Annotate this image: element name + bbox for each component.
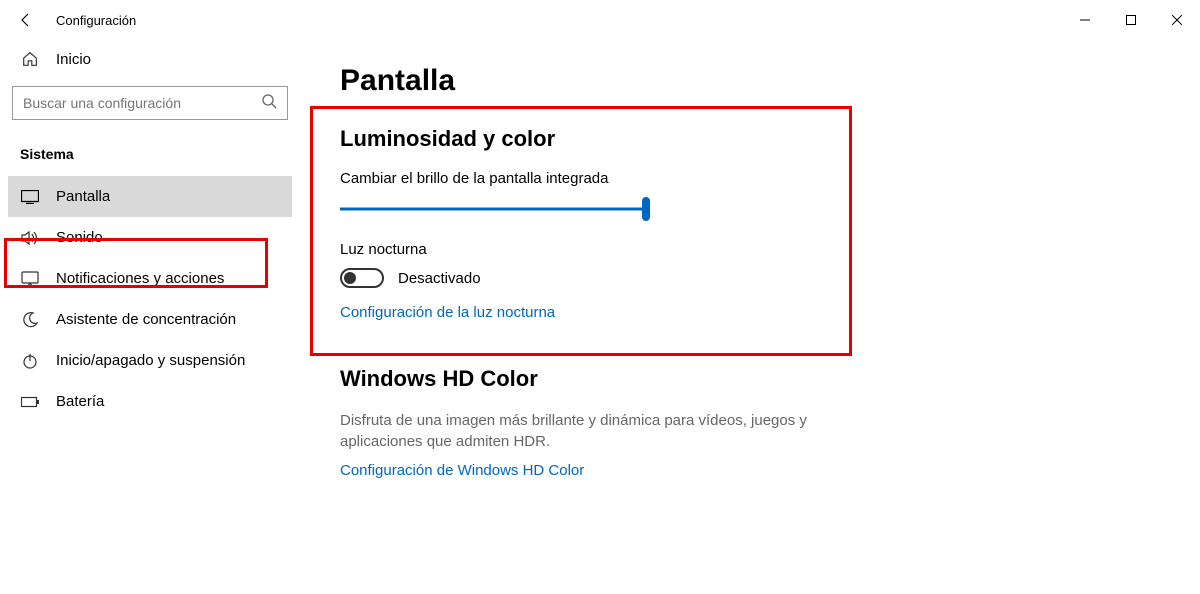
nav-item-notificaciones[interactable]: Notificaciones y acciones (8, 258, 292, 299)
nav-label: Batería (56, 393, 104, 410)
brightness-slider[interactable] (340, 197, 650, 221)
nightlight-state: Desactivado (398, 270, 481, 287)
nav-label: Inicio/apagado y suspensión (56, 352, 245, 369)
slider-track (340, 208, 650, 211)
page-title: Pantalla (340, 64, 1160, 98)
close-button[interactable] (1154, 4, 1200, 36)
nav-label: Pantalla (56, 188, 110, 205)
nav-item-bateria[interactable]: Batería (8, 381, 292, 422)
category-header: Sistema (8, 136, 292, 176)
main-content: Pantalla Luminosidad y color Cambiar el … (300, 40, 1200, 594)
titlebar: Configuración (0, 0, 1200, 40)
section-title: Luminosidad y color (340, 126, 1160, 152)
nav-label: Notificaciones y acciones (56, 270, 224, 287)
hdcolor-link[interactable]: Configuración de Windows HD Color (340, 462, 584, 479)
app-title: Configuración (56, 13, 136, 28)
brightness-label: Cambiar el brillo de la pantalla integra… (340, 170, 1160, 187)
back-button[interactable] (16, 10, 36, 30)
nav-label: Sonido (56, 229, 103, 246)
search-input[interactable] (23, 95, 261, 111)
sound-icon (20, 230, 40, 246)
search-icon (261, 93, 277, 114)
display-icon (20, 190, 40, 204)
nav-label: Asistente de concentración (56, 311, 236, 328)
slider-thumb[interactable] (642, 197, 650, 221)
hdcolor-desc: Disfruta de una imagen más brillante y d… (340, 410, 860, 452)
home-nav[interactable]: Inicio (8, 40, 292, 78)
section-luminosidad: Luminosidad y color Cambiar el brillo de… (340, 126, 1160, 322)
home-label: Inicio (56, 51, 91, 68)
home-icon (20, 50, 40, 68)
toggle-knob (344, 272, 356, 284)
nav-item-asistente[interactable]: Asistente de concentración (8, 299, 292, 340)
nav-item-inicio-apagado[interactable]: Inicio/apagado y suspensión (8, 340, 292, 381)
nightlight-label: Luz nocturna (340, 241, 1160, 258)
nav-item-pantalla[interactable]: Pantalla (8, 176, 292, 217)
window-controls (1062, 4, 1200, 36)
section-hdcolor: Windows HD Color Disfruta de una imagen … (340, 366, 1160, 480)
notifications-icon (20, 271, 40, 287)
battery-icon (20, 396, 40, 408)
minimize-button[interactable] (1062, 4, 1108, 36)
search-box[interactable] (12, 86, 288, 120)
nav-item-sonido[interactable]: Sonido (8, 217, 292, 258)
nightlight-toggle[interactable] (340, 268, 384, 288)
section-title: Windows HD Color (340, 366, 1160, 392)
moon-icon (20, 312, 40, 328)
sidebar: Inicio Sistema Pantalla Sonido Not (0, 40, 300, 594)
maximize-button[interactable] (1108, 4, 1154, 36)
nightlight-settings-link[interactable]: Configuración de la luz nocturna (340, 304, 555, 321)
power-icon (20, 353, 40, 369)
